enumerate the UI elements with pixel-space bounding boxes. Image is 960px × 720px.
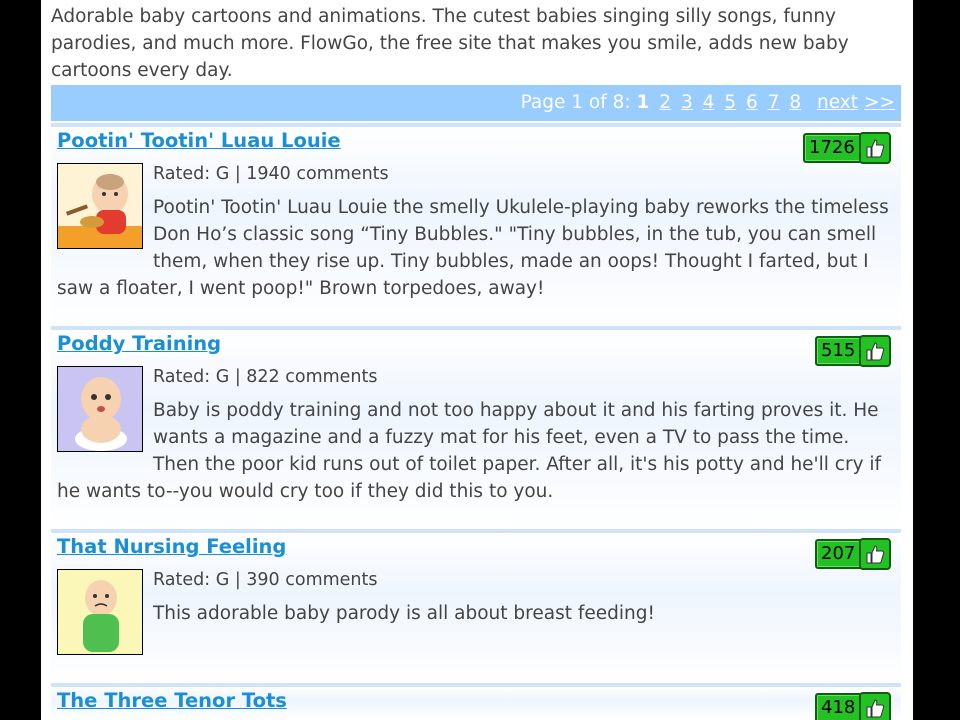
vote-count: 515 [815, 336, 864, 366]
item-description: This adorable baby parody is all about b… [153, 603, 655, 624]
item-title-link[interactable]: Poddy Training [57, 332, 221, 355]
item-title-link[interactable]: That Nursing Feeling [57, 535, 286, 558]
thumbs-up-icon[interactable] [859, 538, 892, 570]
list-item: Pootin' Tootin' Luau Louie 1726 Rated: G… [51, 123, 901, 326]
item-title-link[interactable]: The Three Tenor Tots [57, 689, 287, 712]
thumbs-up-icon[interactable] [858, 132, 891, 164]
content-page: Adorable baby cartoons and animations. T… [41, 0, 913, 720]
item-meta: Rated: G | 822 comments [153, 367, 378, 387]
page-link-2[interactable]: 2 [659, 92, 671, 113]
item-meta: Rated: G | 1940 comments [153, 164, 389, 184]
current-page: 1 [636, 92, 650, 113]
thumbs-up-icon[interactable] [859, 335, 892, 367]
item-description: Pootin' Tootin' Luau Louie the smelly Uk… [57, 197, 889, 299]
list-item: The Three Tenor Tots 418 [51, 683, 901, 720]
intro-text: Adorable baby cartoons and animations. T… [51, 6, 849, 81]
page-link-8[interactable]: 8 [789, 92, 801, 113]
page-link-4[interactable]: 4 [703, 92, 715, 113]
item-description: Baby is poddy training and not too happy… [57, 400, 882, 502]
pagination-bar: Page 1 of 8: 1 2 3 4 5 6 7 8 next >> [51, 85, 901, 121]
vote-widget[interactable]: 1726 [803, 132, 891, 164]
page-link-5[interactable]: 5 [724, 92, 736, 113]
page-link-7[interactable]: 7 [768, 92, 780, 113]
vote-widget[interactable]: 418 [815, 692, 892, 720]
item-title-link[interactable]: Pootin' Tootin' Luau Louie [57, 129, 341, 152]
page-indicator: Page 1 of 8: [520, 92, 637, 113]
list-item: Poddy Training 515 Rated: G | 822 commen… [51, 326, 901, 529]
next-page-link[interactable]: next [817, 92, 858, 113]
vote-widget[interactable]: 515 [815, 335, 892, 367]
list-item: That Nursing Feeling 207 Rated: G | 390 … [51, 529, 901, 683]
vote-count: 1726 [803, 133, 863, 163]
next-arrows-link[interactable]: >> [864, 92, 895, 113]
vote-widget[interactable]: 207 [815, 538, 892, 570]
vote-count: 207 [815, 539, 864, 569]
vote-count: 418 [815, 693, 864, 720]
thumbs-up-icon[interactable] [859, 692, 892, 720]
page-link-6[interactable]: 6 [746, 92, 758, 113]
item-meta: Rated: G | 390 comments [153, 570, 378, 590]
page-link-3[interactable]: 3 [681, 92, 693, 113]
